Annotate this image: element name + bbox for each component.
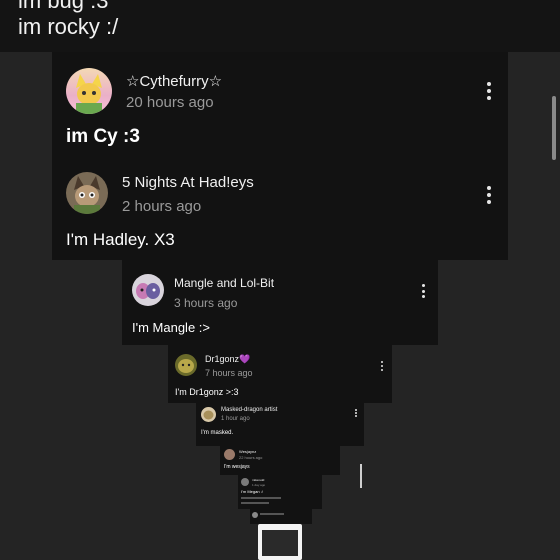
comment-card: mikeredd 1 day ago I'm Megan :/	[238, 475, 322, 509]
comment-text: im Cy :3	[66, 126, 140, 147]
small-avatar-icon[interactable]	[252, 512, 258, 518]
more-options-icon[interactable]	[355, 409, 357, 417]
comment-card: ☆Cythefurry☆ 20 hours ago im Cy :3	[52, 52, 508, 160]
comment-time: 2 hours ago	[122, 198, 202, 215]
comment-time: 1 day ago	[252, 483, 266, 487]
comment-text: I'm Megan :/	[241, 489, 263, 494]
comment-card: Masked-dragon artist 1 hour ago I'm mask…	[196, 403, 364, 446]
comment-card: 5 Nights At Had!eys 2 hours ago I'm Hadl…	[52, 160, 508, 260]
comment-author[interactable]: mikeredd	[252, 478, 264, 482]
comment-card	[250, 509, 312, 524]
comment-time: 7 hours ago	[205, 368, 253, 378]
comment-card: Wesjaynz 22 hours ago I'm wesjays	[220, 446, 340, 475]
masked-avatar-icon[interactable]	[201, 407, 216, 422]
wes-avatar-icon[interactable]	[224, 449, 235, 460]
comment-author[interactable]: Dr1gonz💜	[205, 354, 250, 365]
thumbnail-image[interactable]	[258, 524, 302, 560]
thumbnail-content	[262, 530, 298, 556]
top-comment-text: im bug :3	[18, 0, 109, 13]
top-bar: im bug :3 im rocky :/	[0, 0, 560, 52]
more-options-icon[interactable]	[380, 361, 383, 371]
comment-text: I'm wesjays	[224, 464, 250, 470]
hadley-avatar-icon[interactable]	[66, 172, 108, 214]
text-line	[260, 513, 284, 515]
comment-author[interactable]: Wesjaynz	[239, 449, 256, 454]
comment-time: 20 hours ago	[126, 94, 214, 111]
mike-avatar-icon[interactable]	[241, 478, 249, 486]
furry-avatar-icon[interactable]	[66, 68, 112, 114]
text-cursor	[360, 464, 362, 488]
comment-text: I'm Hadley. X3	[66, 230, 175, 249]
more-options-icon[interactable]	[486, 186, 492, 204]
comment-card: Dr1gonz💜 7 hours ago I'm Dr1gonz >:3	[168, 345, 392, 403]
comment-author[interactable]: Masked-dragon artist	[221, 407, 277, 413]
comment-author[interactable]: Mangle and Lol-Bit	[174, 276, 274, 290]
comment-text: I'm Mangle :>	[132, 320, 210, 335]
text-line	[241, 502, 269, 504]
comment-time: 1 hour ago	[221, 416, 250, 422]
comment-time: 3 hours ago	[174, 296, 238, 310]
comment-text: I'm Dr1gonz >:3	[175, 387, 239, 397]
more-options-icon[interactable]	[486, 82, 492, 100]
comment-card: Mangle and Lol-Bit 3 hours ago I'm Mangl…	[122, 260, 438, 345]
more-options-icon[interactable]	[421, 284, 425, 298]
comment-time: 22 hours ago	[239, 455, 263, 460]
top-comment-text: im rocky :/	[18, 14, 119, 39]
comment-author[interactable]: 5 Nights At Had!eys	[122, 174, 254, 191]
text-line	[241, 497, 281, 499]
drigonz-avatar-icon[interactable]	[175, 354, 197, 376]
scrollbar[interactable]	[552, 96, 556, 160]
mangle-avatar-icon[interactable]	[132, 274, 164, 306]
comment-text: I'm masked.	[201, 430, 234, 436]
comment-author[interactable]: ☆Cythefurry☆	[126, 72, 222, 90]
